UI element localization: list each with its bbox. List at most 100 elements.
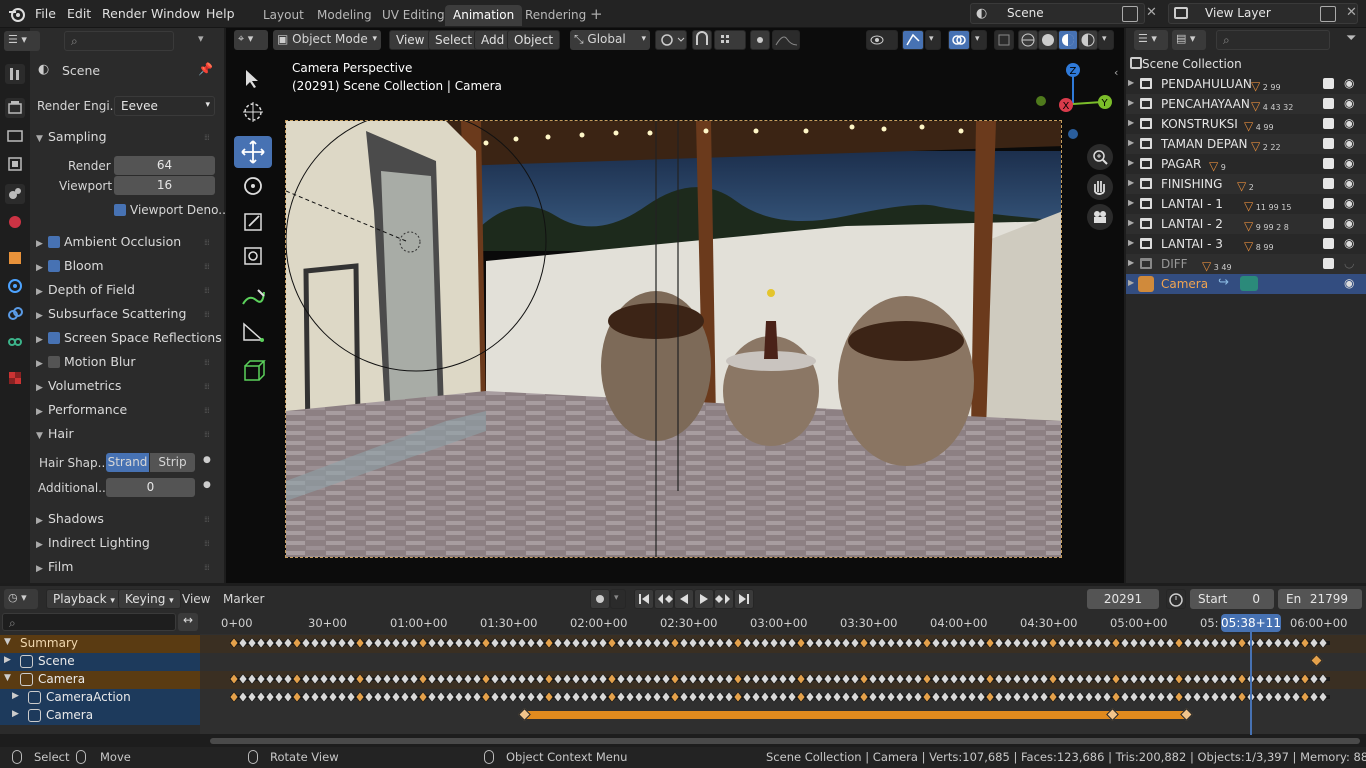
auto-keying-icon[interactable] — [590, 589, 610, 609]
outliner-search-input[interactable]: ⌕ — [1216, 30, 1330, 50]
eye-icon[interactable]: ◉ — [1344, 236, 1354, 250]
measure-tool[interactable] — [234, 316, 272, 348]
transform-tool[interactable] — [234, 240, 272, 272]
viewport-editor-type-button[interactable]: ⌖ ▾ — [234, 30, 268, 50]
exclude-checkbox-icon[interactable] — [1323, 258, 1334, 269]
outliner-editor-type-button[interactable]: ☰ ▾ — [1134, 30, 1168, 50]
channel-search-input[interactable]: ⌕ — [2, 613, 176, 631]
filter-icon[interactable]: ⏷ — [1346, 31, 1356, 46]
move-tool[interactable] — [234, 136, 272, 168]
viewport-denoise-checkbox[interactable]: Viewport Deno... — [114, 203, 230, 217]
expand-arrow-icon[interactable]: ▶ — [1128, 178, 1134, 187]
shadows-header[interactable]: ▶ Shadows — [36, 511, 104, 526]
prev-keyframe-icon[interactable] — [654, 589, 674, 609]
panel-header-performance[interactable]: ▶ Performance — [36, 402, 127, 417]
swap-arrows-icon[interactable]: ↔ — [178, 613, 198, 631]
exclude-checkbox-icon[interactable] — [1323, 178, 1334, 189]
pin-icon[interactable]: 📌 — [198, 62, 213, 76]
drag-grip-icon[interactable]: ⁞⁞⁞ — [204, 310, 216, 319]
eye-icon[interactable]: ◉ — [1344, 216, 1354, 230]
expand-arrow-icon[interactable]: ▶ — [1128, 238, 1134, 247]
xray-toggle-icon[interactable] — [994, 30, 1014, 50]
drag-grip-icon[interactable]: ⁞⁞⁞ — [204, 539, 216, 548]
menu-help[interactable]: Help — [206, 6, 235, 21]
dopesheet-row[interactable] — [200, 653, 1366, 671]
timeline-marker-menu[interactable]: Marker — [223, 592, 264, 606]
shading-dropdown-icon[interactable]: ▾ — [1098, 30, 1114, 50]
channel-camera[interactable]: ▼ Camera — [0, 671, 200, 689]
timeline-scrollbar[interactable] — [210, 738, 1360, 744]
scene-selector[interactable]: Scene — [970, 3, 1145, 24]
tool-tab-icon[interactable] — [5, 64, 25, 84]
keyframe-strip[interactable] — [230, 673, 1340, 685]
blender-logo-icon[interactable] — [8, 6, 26, 22]
expand-arrow-icon[interactable]: ▶ — [1128, 78, 1134, 87]
keying-set-dropdown-icon[interactable]: ▾ — [610, 589, 626, 609]
exclude-checkbox-icon[interactable] — [1323, 138, 1334, 149]
expand-arrow-icon[interactable]: ▶ — [1128, 278, 1134, 287]
outliner-item-pencahayaan[interactable]: ▶ PENCAHAYAAN ▽ 4 43 32 ◉ — [1126, 94, 1366, 114]
play-icon[interactable] — [694, 589, 714, 609]
sampling-header[interactable]: ▼ Sampling — [36, 129, 107, 144]
gizmo-dropdown-icon[interactable]: ▾ — [925, 30, 941, 50]
playhead-label[interactable]: 05:38+11 — [1221, 614, 1281, 632]
exclude-checkbox-icon[interactable] — [1323, 98, 1334, 109]
sampling-viewport-field[interactable]: 16 — [114, 176, 215, 195]
panel-header-bloom[interactable]: ▶ Bloom — [36, 258, 104, 273]
expand-arrow-icon[interactable]: ▶ — [1128, 118, 1134, 127]
drag-grip-icon[interactable]: ⁞⁞⁞ — [204, 133, 216, 142]
object-tab-icon[interactable] — [5, 248, 25, 268]
falloff-icon[interactable] — [772, 30, 800, 50]
drag-grip-icon[interactable]: ⁞⁞⁞ — [204, 563, 216, 572]
keyframe-strip[interactable] — [230, 691, 1340, 703]
constraints-tab-icon[interactable] — [5, 304, 25, 324]
expand-arrow-icon[interactable]: ▶ — [1128, 138, 1134, 147]
eye-icon[interactable]: ◉ — [1344, 76, 1354, 90]
properties-search-input[interactable]: ⌕ — [64, 31, 174, 51]
channel-cameraaction[interactable]: ▶ CameraAction — [0, 689, 200, 707]
tab-rendering[interactable]: Rendering — [517, 5, 594, 26]
physics-tab-icon[interactable] — [5, 276, 25, 296]
next-keyframe-icon[interactable] — [714, 589, 734, 609]
viewport-menu-select[interactable]: Select — [428, 30, 480, 50]
drag-grip-icon[interactable]: ⁞⁞⁞ — [204, 430, 216, 439]
tab-layout[interactable]: Layout — [255, 5, 312, 26]
display-mode-button[interactable]: ▤ ▾ — [1172, 30, 1206, 50]
render-tab-icon[interactable] — [5, 98, 25, 118]
start-frame-field[interactable]: Start 0 — [1190, 589, 1274, 609]
collapsed-triangle-icon[interactable]: ▶ — [12, 691, 19, 701]
eye-icon[interactable]: ◉ — [1344, 276, 1354, 290]
exclude-checkbox-icon[interactable] — [1323, 218, 1334, 229]
timeline-editor-type-button[interactable]: ◷ ▾ — [4, 589, 38, 609]
new-scene-icon[interactable] — [1122, 6, 1138, 22]
visibility-icon[interactable] — [866, 30, 898, 50]
collapsed-triangle-icon[interactable]: ▶ — [4, 655, 11, 665]
jump-end-icon[interactable] — [734, 589, 754, 609]
outliner-item-taman-depan[interactable]: ▶ TAMAN DEPAN ▽ 2 22 ◉ — [1126, 134, 1366, 154]
object-mode-select[interactable]: ▣ Object Mode ▾ — [273, 30, 381, 50]
expand-arrow-icon[interactable]: ▶ — [1128, 218, 1134, 227]
current-frame-field[interactable]: 20291 — [1087, 589, 1159, 609]
keyframe-dot-icon[interactable]: ● — [203, 480, 211, 490]
properties-options-icon[interactable]: ▾ — [198, 32, 204, 45]
drag-grip-icon[interactable]: ⁞⁞⁞ — [204, 238, 216, 247]
view-layer-tab-icon[interactable] — [5, 154, 25, 174]
preview-range-icon[interactable] — [1166, 589, 1186, 609]
expanded-triangle-icon[interactable]: ▼ — [4, 637, 11, 647]
drag-grip-icon[interactable]: ⁞⁞⁞ — [204, 358, 216, 367]
outliner-item-lantai-1[interactable]: ▶ LANTAI - 1 ▽ 11 99 15 ◉ — [1126, 194, 1366, 214]
timeline-view-menu[interactable]: View — [182, 592, 210, 606]
snap-target-icon[interactable] — [714, 30, 746, 50]
expand-arrow-icon[interactable]: ▶ — [1128, 158, 1134, 167]
panel-header-motion-blur[interactable]: ▶ Motion Blur — [36, 354, 135, 369]
expanded-triangle-icon[interactable]: ▼ — [4, 673, 11, 683]
editor-type-button[interactable]: ☰ ▾ — [4, 31, 40, 51]
playhead-line[interactable] — [1250, 632, 1252, 735]
pan-hand-icon[interactable] — [1087, 174, 1113, 200]
annotate-tool[interactable] — [234, 282, 272, 314]
hidden-eye-icon[interactable]: ◡ — [1344, 256, 1354, 270]
shading-wireframe-icon[interactable] — [1018, 30, 1038, 50]
checkbox-unchecked-icon[interactable] — [48, 356, 60, 368]
panel-header-ambient-occlusion[interactable]: ▶ Ambient Occlusion — [36, 234, 181, 249]
indirect-lighting-header[interactable]: ▶ Indirect Lighting — [36, 535, 150, 550]
